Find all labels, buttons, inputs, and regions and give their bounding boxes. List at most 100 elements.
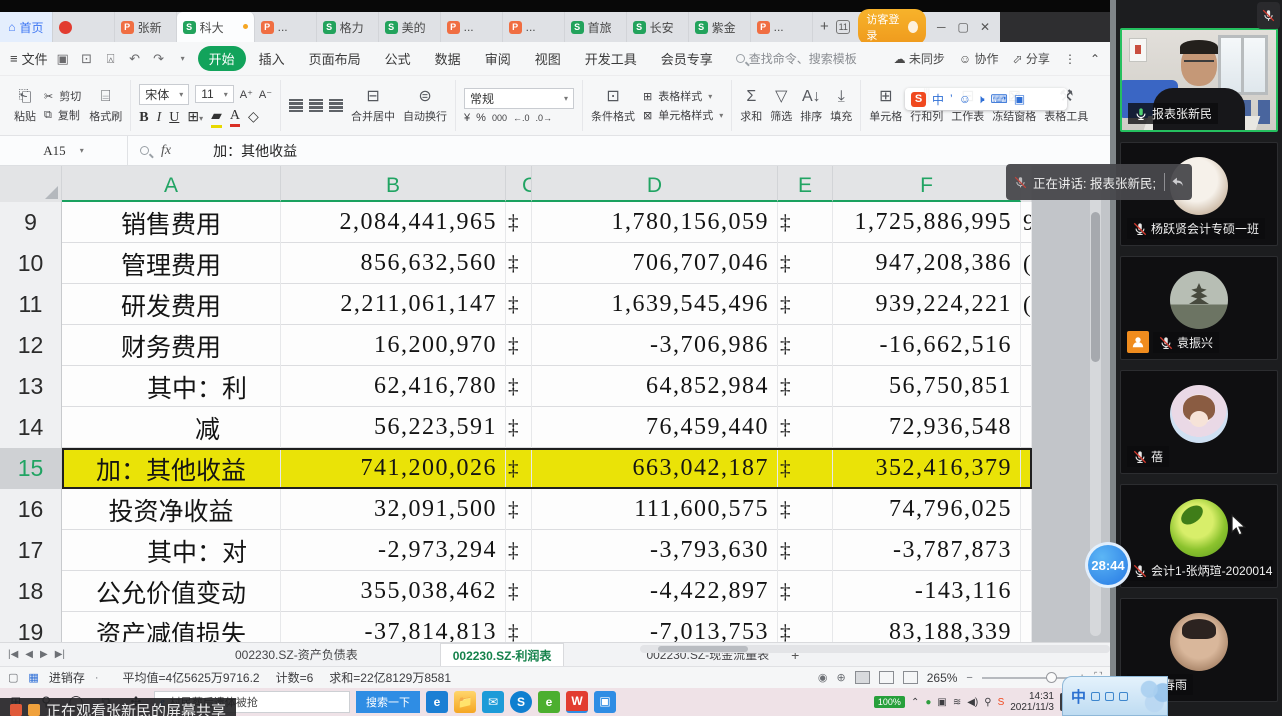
cell-e[interactable]: ‡ <box>778 284 833 325</box>
ime-tray-icon[interactable]: S <box>998 697 1005 708</box>
row-header[interactable]: 12 <box>0 325 62 366</box>
mail-icon[interactable]: ✉ <box>482 691 504 713</box>
sum-button[interactable]: Σ求和 <box>740 88 762 124</box>
cell-label[interactable]: 加：其他收益 <box>62 448 281 489</box>
cell-d[interactable]: 663,042,187 <box>532 448 778 489</box>
browser-360-icon[interactable]: e <box>538 691 560 713</box>
battery-indicator[interactable]: 100% <box>874 696 905 708</box>
command-search[interactable]: 查找命令、搜索模板 <box>736 50 857 67</box>
inventory-mode-icon[interactable]: ▦ <box>28 671 38 684</box>
ribbon-tab[interactable]: 公式 <box>374 46 422 71</box>
conditional-format-button[interactable]: ⊡ 条件格式 <box>591 88 635 124</box>
align-left-icon[interactable] <box>289 102 303 104</box>
cell-g[interactable] <box>1021 489 1032 530</box>
ribbon-tab[interactable]: 视图 <box>524 46 572 71</box>
column-header-a[interactable]: A <box>62 166 281 202</box>
cell-f[interactable]: -16,662,516 <box>833 325 1021 366</box>
quickbar-more-icon[interactable]: ▾ <box>174 54 192 63</box>
cell-c[interactable]: ‡ <box>506 448 532 489</box>
ribbon-tab[interactable]: 插入 <box>248 46 296 71</box>
meeting-timer[interactable]: 28:44 <box>1085 542 1131 588</box>
cell-d[interactable]: 76,459,440 <box>532 407 778 448</box>
cell-c[interactable]: ‡ <box>506 407 532 448</box>
grow-font-icon[interactable]: A⁺ <box>240 88 253 101</box>
horizontal-scrollbar-thumb[interactable] <box>658 646 748 652</box>
volume-tray-icon[interactable]: ◀) <box>967 697 978 708</box>
wrap-text-button[interactable]: ⊜ 自动换行 <box>403 88 447 124</box>
fill-button[interactable]: ⤓填充 <box>830 88 852 124</box>
align-top-icon[interactable] <box>289 99 303 101</box>
cells-button[interactable]: ⊞单元格 <box>869 88 902 124</box>
meeting-app-icon[interactable]: ▣ <box>594 691 616 713</box>
column-header-d[interactable]: D <box>532 166 778 202</box>
cell-f[interactable]: 72,936,548 <box>833 407 1021 448</box>
cell-c[interactable]: ‡ <box>506 202 532 243</box>
print-preview-icon[interactable]: ⍓ <box>102 51 120 67</box>
cell-style-button[interactable]: ⊠单元格样式▾ <box>643 107 723 123</box>
currency-icon[interactable]: ¥ <box>464 112 470 124</box>
cell-d[interactable]: 111,600,575 <box>532 489 778 530</box>
edge-icon[interactable]: e <box>426 691 448 713</box>
cell-f[interactable]: 947,208,386 <box>833 243 1021 284</box>
cell-c[interactable]: ‡ <box>506 489 532 530</box>
cell-label[interactable]: 公允价值变动 <box>62 571 281 612</box>
fill-color-icon[interactable]: ▰ <box>211 108 222 128</box>
cell-b[interactable]: 856,632,560 <box>281 243 506 284</box>
ribbon-tab[interactable]: 数据 <box>424 46 472 71</box>
eye-protect-icon[interactable]: ◉ <box>818 671 828 684</box>
cell-e[interactable]: ‡ <box>778 202 833 243</box>
close-button[interactable]: ✕ <box>978 20 992 34</box>
usb-tray-icon[interactable]: ⚲ <box>984 697 991 708</box>
cell-label[interactable]: 投资净收益 <box>62 489 281 530</box>
cell-e[interactable]: ‡ <box>778 325 833 366</box>
number-format-select[interactable]: 常规▾ <box>464 88 574 109</box>
cell-d[interactable]: -7,013,753 <box>532 612 778 642</box>
merge-center-button[interactable]: ⊟ 合并居中 <box>351 88 395 124</box>
zoom-slider[interactable] <box>982 677 1070 679</box>
cell-label[interactable]: 研发费用 <box>62 284 281 325</box>
file-menu[interactable]: ≡ 文件 <box>10 49 48 68</box>
cell-b[interactable]: 16,200,970 <box>281 325 506 366</box>
document-tab[interactable]: P ... <box>441 12 503 42</box>
cell-g[interactable] <box>1021 530 1032 571</box>
cell-f[interactable]: 56,750,851 <box>833 366 1021 407</box>
row-header[interactable]: 17 <box>0 530 62 571</box>
ribbon-tab[interactable]: 页面布局 <box>298 46 372 71</box>
cell-c[interactable]: ‡ <box>506 284 532 325</box>
sort-button[interactable]: A↓排序 <box>800 88 822 124</box>
cell-c[interactable]: ‡ <box>506 530 532 571</box>
share-button[interactable]: ⬀ 分享 <box>1013 50 1050 67</box>
restore-button[interactable]: ▢ <box>956 20 970 34</box>
tab-home[interactable]: ⌂ 首页 <box>0 12 53 42</box>
cell-g[interactable] <box>1021 612 1032 642</box>
reading-mode-icon[interactable]: ⊕ <box>837 671 846 684</box>
cell-b[interactable]: 355,038,462 <box>281 571 506 612</box>
next-sheet-icon[interactable]: ▶ <box>40 649 48 660</box>
camera-tray-icon[interactable]: ▣ <box>937 697 946 708</box>
web-search-button[interactable]: 搜索一下 <box>356 691 420 713</box>
column-header-e[interactable]: E <box>778 166 833 202</box>
ribbon-tab[interactable]: 审阅 <box>474 46 522 71</box>
font-color-icon[interactable]: A <box>230 108 240 127</box>
ribbon-tab[interactable]: 开发工具 <box>574 46 648 71</box>
cell-f[interactable]: 352,416,379 <box>833 448 1021 489</box>
tab-list-button[interactable]: 11 <box>836 20 850 34</box>
cell-c[interactable]: ‡ <box>506 571 532 612</box>
row-header[interactable]: 14 <box>0 407 62 448</box>
decrease-decimal-icon[interactable]: .0→ <box>536 113 553 123</box>
align-right-icon[interactable] <box>329 102 343 104</box>
align-middle-icon[interactable] <box>309 99 323 101</box>
ime-toolbar[interactable]: S 中 ’ ☺ 🕨 ⌨ ▣ <box>905 88 1067 110</box>
ime-popup[interactable]: 中 <box>1062 676 1168 716</box>
first-sheet-icon[interactable]: |◀ <box>8 649 18 660</box>
cell-g[interactable] <box>1021 571 1032 612</box>
document-tab[interactable]: S 紫金 <box>689 12 751 42</box>
document-tab[interactable]: P ... <box>255 12 317 42</box>
sheet-tab[interactable]: 002230.SZ-利润表 <box>440 643 565 667</box>
cell-c[interactable]: ‡ <box>506 325 532 366</box>
collab-button[interactable]: ☺ 协作 <box>959 50 999 67</box>
formula-input[interactable]: 加：其他收益 <box>213 141 297 161</box>
document-tab[interactable]: S 长安 <box>627 12 689 42</box>
cell-f[interactable]: -3,787,873 <box>833 530 1021 571</box>
cell-g[interactable] <box>1021 366 1032 407</box>
